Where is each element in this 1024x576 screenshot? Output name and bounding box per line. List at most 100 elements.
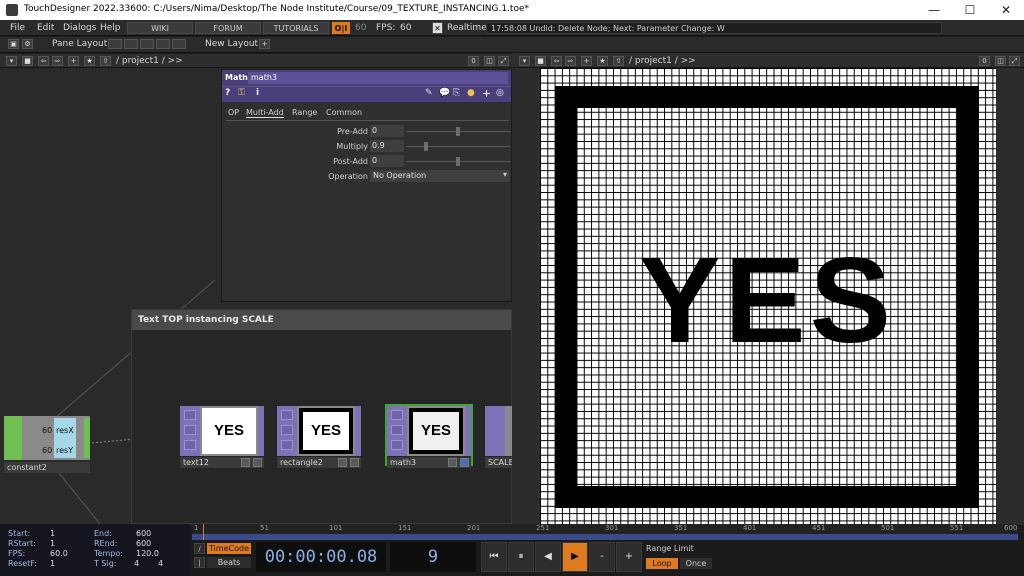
layout-triple-icon[interactable] (156, 39, 170, 49)
minimize-button[interactable]: — (916, 0, 952, 20)
star-icon[interactable]: ★ (597, 56, 608, 66)
node-label[interactable]: SCALE (485, 457, 512, 468)
close-button[interactable]: ✕ (988, 0, 1024, 20)
viewer-flag-icon[interactable] (184, 410, 196, 420)
stop-icon[interactable]: ■ (22, 56, 33, 66)
add-layout-button[interactable]: + (259, 39, 270, 49)
forward-icon[interactable]: ⇨ (52, 56, 63, 66)
forward-icon[interactable]: ⇨ (565, 56, 576, 66)
constant-label[interactable]: constant2 (4, 462, 90, 473)
frame-display[interactable]: 9 (390, 542, 476, 572)
end-value[interactable]: 600 (136, 529, 151, 538)
rewind-button[interactable]: ⏮ (481, 542, 507, 572)
copy-icon[interactable]: ⎘ (453, 88, 460, 98)
maximize-pane-icon[interactable]: ⤢ (498, 56, 509, 66)
rend-value[interactable]: 600 (136, 539, 151, 548)
pane-menu-icon[interactable]: ▾ (519, 56, 530, 66)
range-bar[interactable] (192, 534, 1018, 540)
render-flag[interactable] (253, 458, 262, 467)
up-icon[interactable]: ⇧ (613, 56, 624, 66)
render-flag[interactable] (350, 458, 359, 467)
lock-flag-icon[interactable] (281, 440, 293, 450)
comment-icon[interactable]: 💬 (439, 88, 450, 98)
viewer-flag-icon[interactable] (391, 410, 403, 420)
add-icon[interactable]: + (68, 56, 79, 66)
render-flag[interactable] (460, 458, 469, 467)
post-add-field[interactable]: 0 (370, 155, 404, 167)
step-back-button[interactable]: ◀ (535, 542, 561, 572)
display-flag[interactable] (338, 458, 347, 467)
info-icon[interactable]: i (256, 88, 259, 98)
pre-add-field[interactable]: 0 (370, 125, 404, 137)
stop-icon[interactable]: ■ (535, 56, 546, 66)
node-label[interactable]: math3 (387, 457, 471, 468)
tab-op[interactable]: OP (228, 108, 239, 117)
python-icon[interactable]: ● (467, 88, 475, 98)
python-help-icon[interactable]: ⚿ (238, 88, 245, 98)
up-icon[interactable]: ⇧ (100, 56, 111, 66)
multiply-field[interactable]: 0.9 (370, 140, 404, 152)
target-icon[interactable]: ◎ (496, 88, 504, 98)
fps-value[interactable]: 60.0 (50, 549, 68, 558)
tsig-a[interactable]: 4 (134, 559, 139, 568)
start-value[interactable]: 1 (50, 529, 55, 538)
node-constant2[interactable]: 60 resX 60 resY constant2 (4, 416, 90, 474)
bar-icon[interactable]: | (194, 557, 205, 568)
layout-split-v-icon[interactable] (140, 39, 154, 49)
timecode-toggle[interactable]: TimeCode (207, 543, 251, 554)
resetf-value[interactable]: 1 (50, 559, 55, 568)
once-button[interactable]: Once (680, 558, 712, 569)
pane-menu-icon[interactable]: ▾ (6, 56, 17, 66)
split-icon[interactable]: ◫ (995, 56, 1006, 66)
tab-common[interactable]: Common (326, 108, 362, 117)
forum-button[interactable]: FORUM (195, 22, 261, 34)
lock-flag-icon[interactable] (184, 440, 196, 450)
pause-button[interactable]: ⏸ (508, 542, 534, 572)
add-icon[interactable]: + (581, 56, 592, 66)
loop-button[interactable]: Loop (646, 558, 678, 569)
tab-multi-add[interactable]: Multi-Add (246, 108, 284, 118)
timecode-display[interactable]: 00:00:00.08 (256, 542, 386, 572)
viewer-path[interactable]: / project1 / >> (629, 56, 696, 66)
node-text12[interactable]: YES text12 (180, 406, 264, 468)
gear-icon[interactable]: ⚙ (22, 39, 33, 49)
tsig-b[interactable]: 4 (158, 559, 163, 568)
menu-edit[interactable]: Edit (37, 23, 54, 33)
help-icon[interactable]: ? (225, 88, 230, 98)
menu-file[interactable]: File (10, 23, 25, 33)
post-add-knob[interactable] (456, 157, 460, 166)
oi-button[interactable]: O|I (332, 22, 350, 34)
viewer-flag-icon[interactable] (281, 410, 293, 420)
maximize-pane-icon[interactable]: ⤢ (1009, 56, 1020, 66)
add-param-icon[interactable]: + (482, 87, 491, 100)
layout-split-h-icon[interactable] (124, 39, 138, 49)
network-path[interactable]: / project1 / >> (116, 56, 183, 66)
multiply-knob[interactable] (424, 142, 428, 151)
node-label[interactable]: rectangle2 (277, 457, 361, 468)
tab-range[interactable]: Range (292, 108, 317, 117)
bypass-flag-icon[interactable] (281, 425, 293, 435)
multiply-slider[interactable] (406, 146, 510, 147)
back-icon[interactable]: ⇦ (38, 56, 49, 66)
tempo-value[interactable]: 120.0 (136, 549, 159, 558)
bypass-flag-icon[interactable] (184, 425, 196, 435)
tutorials-button[interactable]: TUTORIALS (263, 22, 329, 34)
annotation-title[interactable]: Text TOP instancing SCALE (132, 310, 511, 330)
back-icon[interactable]: ⇦ (551, 56, 562, 66)
star-icon[interactable]: ★ (84, 56, 95, 66)
bypass-flag-icon[interactable] (391, 425, 403, 435)
play-button[interactable]: ▶ (562, 542, 588, 572)
maximize-button[interactable]: ☐ (952, 0, 988, 20)
display-flag[interactable] (241, 458, 250, 467)
lock-flag-icon[interactable] (391, 440, 403, 450)
layout-quad-icon[interactable] (172, 39, 186, 49)
menu-dialogs[interactable]: Dialogs (63, 23, 96, 33)
node-rectangle2[interactable]: YES rectangle2 (277, 406, 361, 468)
slash-icon[interactable]: / (194, 543, 205, 554)
node-scale[interactable]: SCALE (485, 406, 512, 470)
step-minus-button[interactable]: - (589, 542, 615, 572)
split-icon[interactable]: ◫ (484, 56, 495, 66)
layout-single-icon[interactable] (108, 39, 122, 49)
pane-icon[interactable]: ▣ (8, 39, 19, 49)
param-op-name[interactable]: math3 (248, 72, 508, 84)
